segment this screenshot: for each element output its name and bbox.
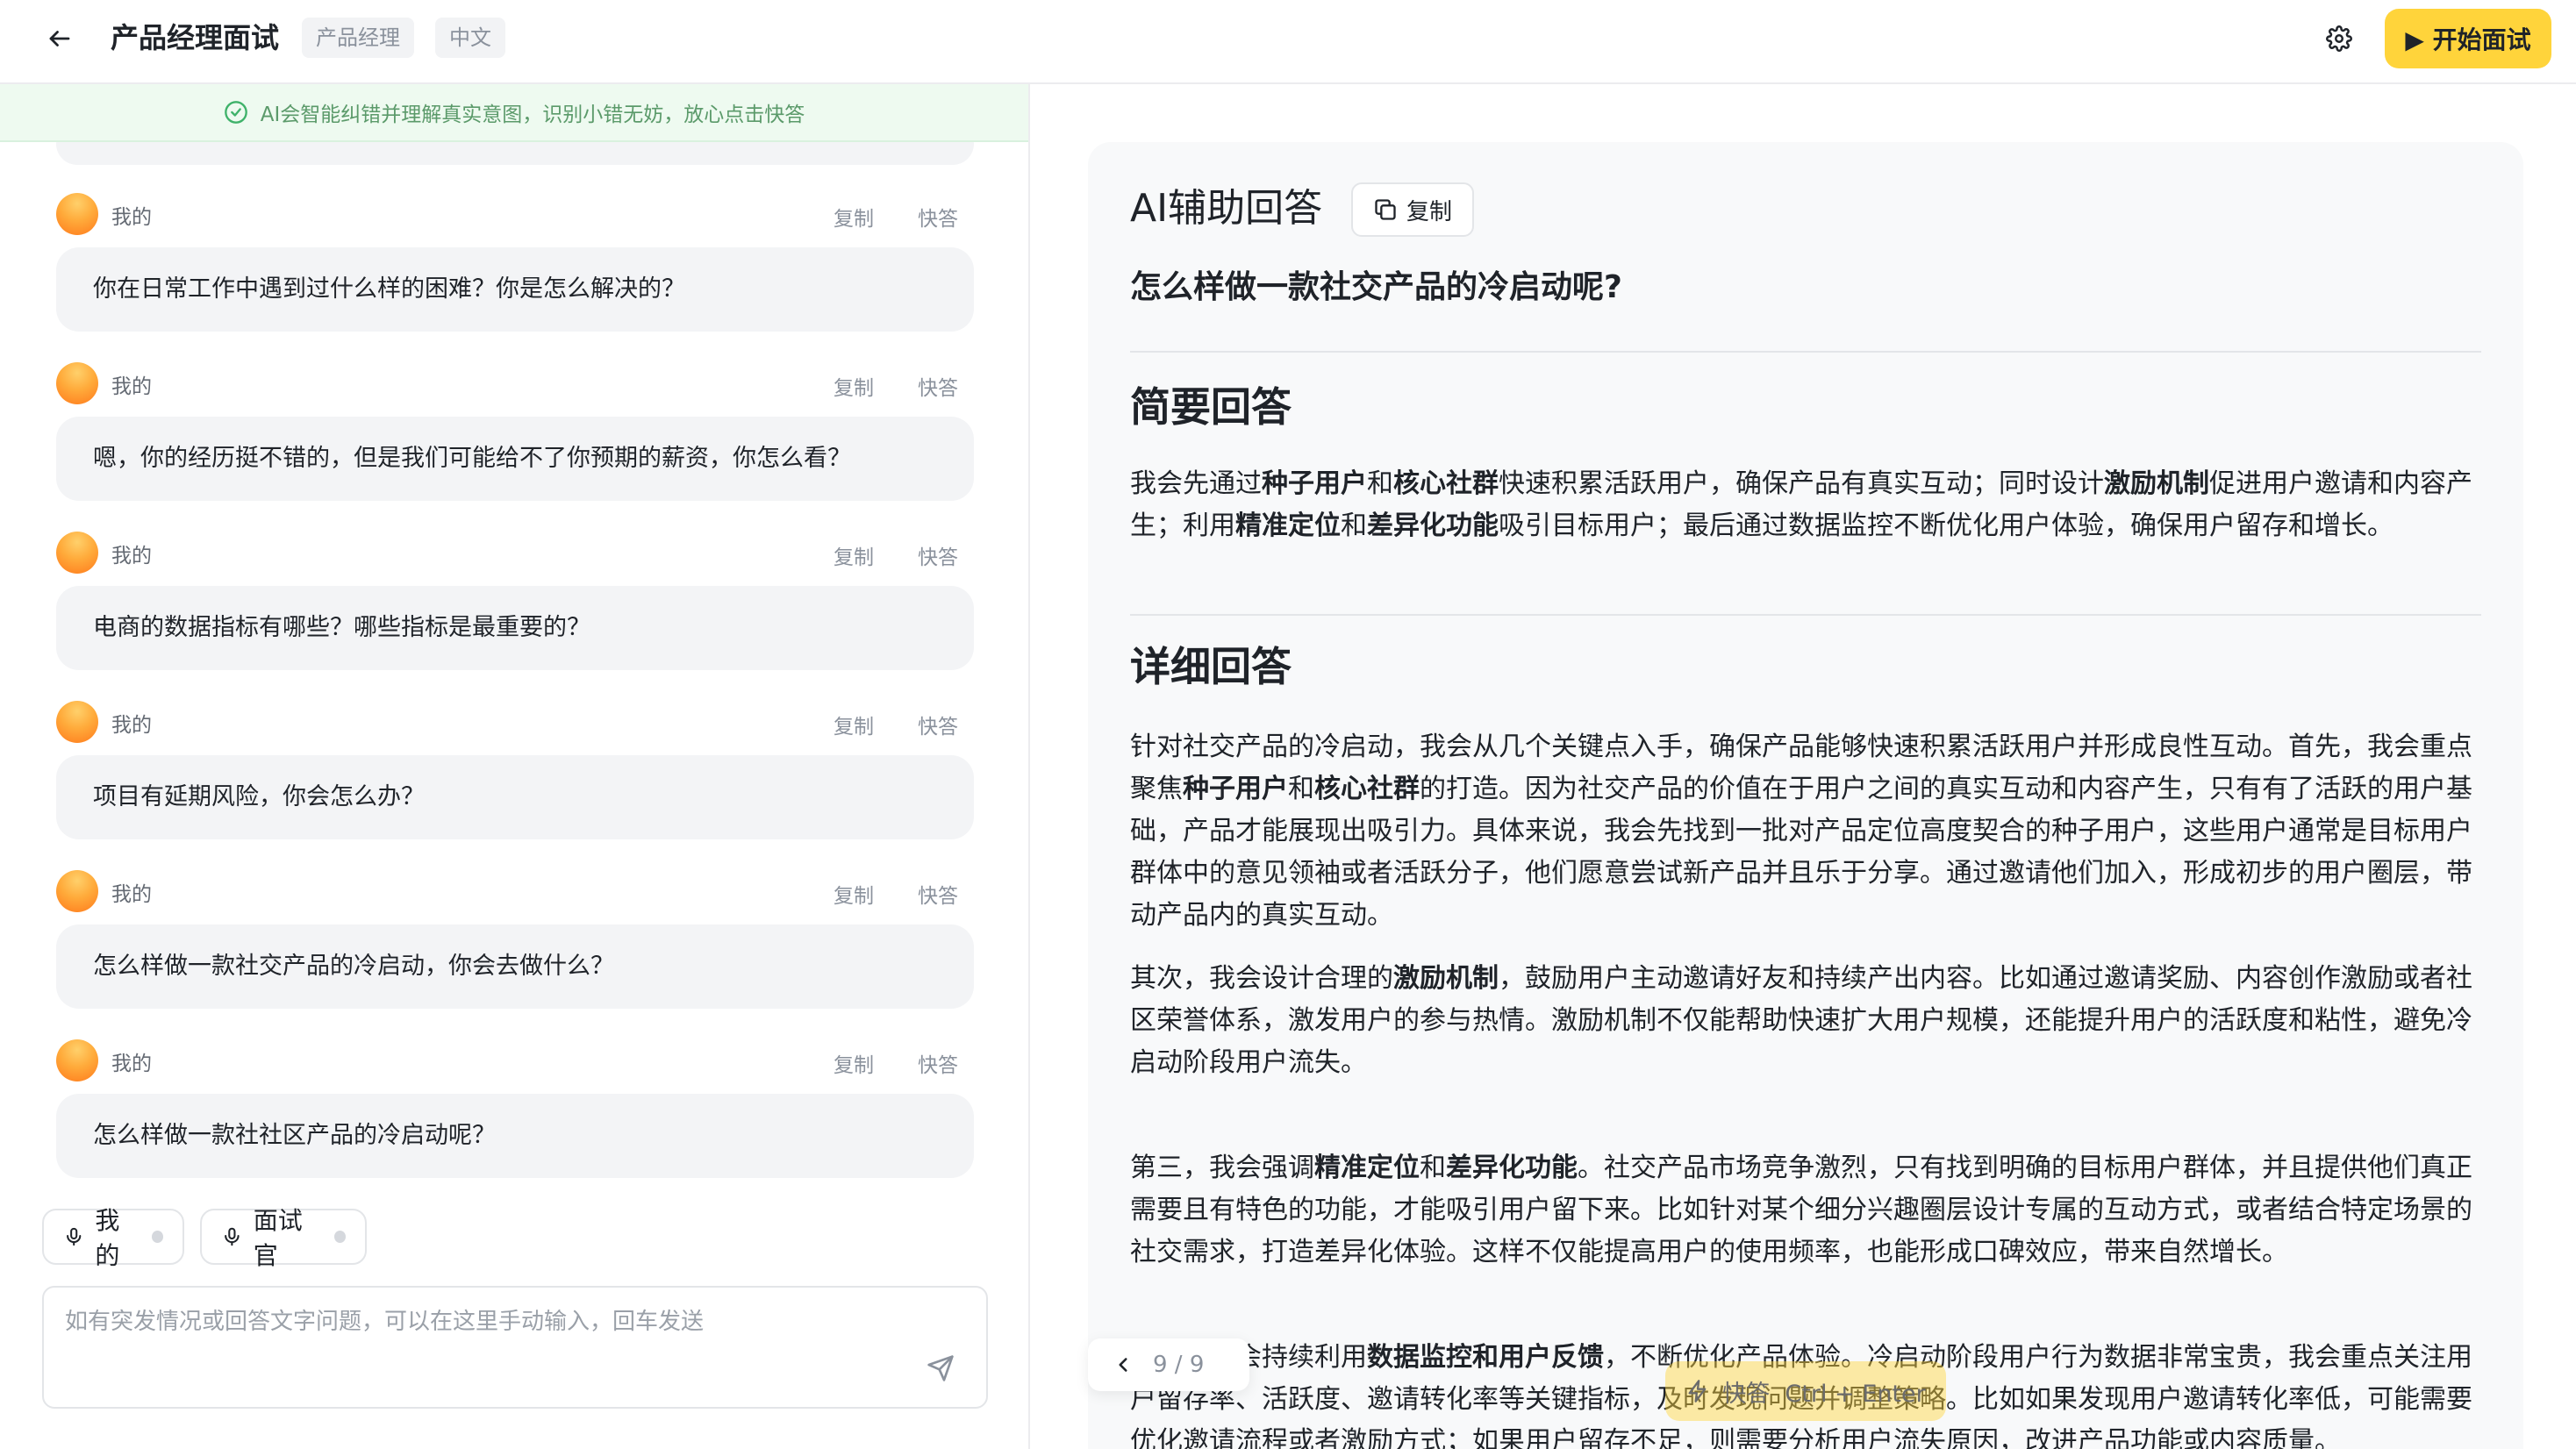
lightning-icon [1688,1380,1707,1403]
ai-answer-title: AI辅助回答 [1130,186,1323,231]
avatar [56,362,98,404]
quick-answer-link[interactable]: 快答 [918,540,958,570]
copy-link[interactable]: 复制 [834,371,874,401]
manual-input-box [42,1286,988,1409]
copy-answer-label: 复制 [1406,198,1452,225]
speaker-label: 我的 [111,1053,152,1075]
send-icon[interactable] [921,1349,960,1388]
copy-icon [1375,199,1396,220]
answer-pager: 9 / 9 [1088,1338,1249,1391]
avatar [56,701,98,743]
speaker-label: 我的 [111,714,152,737]
manual-input[interactable] [65,1303,925,1391]
speaker-label: 我的 [111,883,152,906]
detailed-answer-heading: 详细回答 [1130,643,1292,690]
transcript-message: 我的 复制 快答 怎么样做一款社社区产品的冷启动呢？ [0,1039,1028,1209]
message-bubble[interactable]: 怎么样做一款社社区产品的冷启动呢？ [56,1094,974,1178]
divider [1130,614,2481,616]
copy-link[interactable]: 复制 [834,540,874,570]
start-interview-button[interactable]: ▶ 开始面试 [2385,9,2551,68]
avatar [56,1039,98,1081]
avatar [56,870,98,912]
copy-link[interactable]: 复制 [834,1048,874,1078]
page-title: 产品经理面试 [111,21,280,54]
detailed-answer-paragraph: 针对社交产品的冷启动，我会从几个关键点入手，确保产品能够快速积累活跃用户并形成良… [1130,732,2472,931]
quick-answer-link[interactable]: 快答 [918,202,958,232]
copy-answer-button[interactable]: 复制 [1351,182,1474,237]
top-bar: 产品经理面试 产品经理 中文 ▶ 开始面试 [0,0,2576,84]
detailed-answer-paragraph: 其次，我会设计合理的激励机制，鼓励用户主动邀请好友和持续产出内容。比如通过邀请奖… [1130,963,2472,1078]
quick-answer-link[interactable]: 快答 [918,879,958,909]
speaker-label: 我的 [111,206,152,229]
transcript-message: 我的 复制 快答 电商的数据指标有哪些？哪些指标是最重要的？ [0,532,1028,701]
transcript-message: 我的 复制 快答 项目有延期风险，你会怎么办？ [0,701,1028,870]
check-circle-icon [224,101,247,124]
microphone-icon [225,1227,240,1246]
transcript-panel: AI会智能纠错并理解真实意图，识别小错无妨，放心点击快答 我的 复制 快答 你在… [0,84,1030,1449]
message-bubble[interactable]: 嗯，你的经历挺不错的，但是我们可能给不了你预期的薪资，你怎么看？ [56,417,974,501]
transcript-message: 我的 复制 快答 你在日常工作中遇到过什么样的困难？你是怎么解决的？ [0,193,1028,362]
chevron-left-icon[interactable] [1109,1351,1137,1379]
quick-answer-link[interactable]: 快答 [918,1048,958,1078]
speaker-label: 我的 [111,375,152,398]
copy-link[interactable]: 复制 [834,710,874,739]
speaker-toggle-label: 面试官 [253,1206,303,1270]
speaker-toggle-interviewer[interactable]: 面试官 [200,1206,367,1270]
page-indicator: 9 / 9 [1153,1352,1205,1378]
detailed-answer-paragraph: 第三，我会强调精准定位和差异化功能。社交产品市场竞争激烈，只有找到明确的目标用户… [1130,1153,2472,1267]
message-bubble[interactable]: 项目有延期风险，你会怎么办？ [56,755,974,839]
transcript-message: 我的 复制 快答 嗯，你的经历挺不错的，但是我们可能给不了你预期的薪资，你怎么看… [0,362,1028,532]
microphone-icon [67,1227,82,1246]
avatar [56,532,98,574]
back-arrow-icon[interactable] [42,21,77,56]
speaker-toggle-me[interactable]: 我的 [42,1206,184,1270]
transcript-message: 我的 复制 快答 怎么样做一款社交产品的冷启动，你会去做什么？ [0,870,1028,1039]
avatar [56,193,98,235]
quick-answer-button[interactable]: 快答 Ctrl + Enter [1665,1361,1946,1421]
quick-answer-label: 快答 Ctrl + Enter [1722,1380,1926,1408]
copy-link[interactable]: 复制 [834,879,874,909]
brief-answer-heading: 简要回答 [1130,383,1292,431]
ai-correction-notice: AI会智能纠错并理解真实意图，识别小错无妨，放心点击快答 [0,84,1028,142]
quick-answer-link[interactable]: 快答 [918,371,958,401]
ai-answer-card: AI辅助回答 复制 怎么样做一款社交产品的冷启动呢? 简要回答 我会先通过种子用… [1088,142,2523,1449]
answer-question: 怎么样做一款社交产品的冷启动呢? [1130,269,1622,305]
divider [1130,351,2481,353]
message-bubble[interactable]: 你在日常工作中遇到过什么样的困难？你是怎么解决的？ [56,247,974,332]
notice-text: AI会智能纠错并理解真实意图，识别小错无妨，放心点击快答 [260,104,805,126]
message-bubble[interactable]: 怎么样做一款社交产品的冷启动，你会去做什么？ [56,924,974,1009]
role-tag: 产品经理 [302,18,414,58]
language-tag: 中文 [435,18,505,58]
message-bubble[interactable]: 电商的数据指标有哪些？哪些指标是最重要的？ [56,586,974,670]
brief-answer-text: 我会先通过种子用户和核心社群快速积累活跃用户，确保产品有真实互动；同时设计激励机… [1130,468,2472,541]
copy-link[interactable]: 复制 [834,202,874,232]
speaker-toggle-label: 我的 [95,1206,120,1270]
status-dot [151,1231,163,1243]
gear-icon[interactable] [2322,21,2357,56]
ai-answer-panel: AI辅助回答 复制 怎么样做一款社交产品的冷启动呢? 简要回答 我会先通过种子用… [1032,84,2576,1449]
speaker-label: 我的 [111,545,152,567]
quick-answer-link[interactable]: 快答 [918,710,958,739]
status-dot [333,1231,346,1243]
